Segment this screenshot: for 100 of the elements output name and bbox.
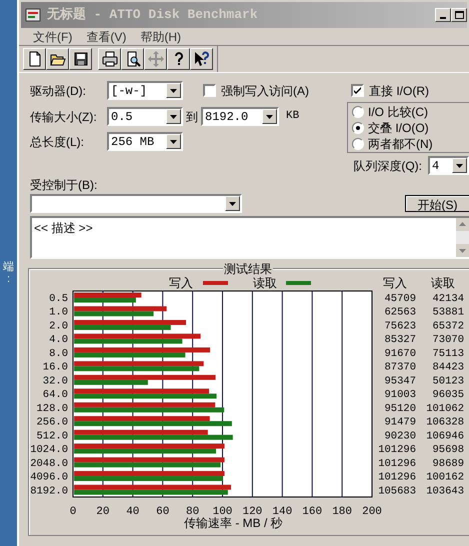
tick-label: 0 bbox=[70, 506, 76, 518]
tick-label: 20 bbox=[96, 506, 110, 518]
row-label: 256.0 bbox=[36, 416, 68, 429]
row-label: 2.0 bbox=[49, 320, 68, 332]
field-label: 强制写入访问(A) bbox=[221, 82, 309, 100]
read-value: 103643 bbox=[426, 485, 464, 498]
transfer-size-from-dropdown[interactable]: 0.5 bbox=[107, 107, 183, 126]
field-label: 两者都不(N) bbox=[368, 136, 433, 152]
desktop-label: 端: bbox=[3, 260, 14, 286]
read-value: 95698 bbox=[432, 444, 464, 456]
axis-title: 传输速率 - MB / 秒 bbox=[184, 516, 283, 530]
row-label: 8.0 bbox=[49, 348, 68, 360]
save-button[interactable] bbox=[69, 48, 92, 70]
print-icon bbox=[102, 51, 118, 67]
field-label: 传输大小(Z): bbox=[30, 108, 98, 126]
print-button[interactable] bbox=[98, 48, 121, 70]
dropdown-arrow-icon bbox=[229, 202, 236, 206]
write-value: 91479 bbox=[384, 416, 416, 429]
drive-dropdown[interactable]: [-w-] bbox=[107, 81, 183, 100]
read-value: 53881 bbox=[432, 306, 464, 319]
open-folder-button[interactable] bbox=[46, 48, 69, 70]
read-value: 106328 bbox=[426, 416, 464, 429]
menu-item[interactable]: 文件(F) bbox=[33, 28, 72, 46]
write-value: 90230 bbox=[384, 430, 416, 442]
write-value: 91003 bbox=[384, 389, 416, 402]
dropdown-arrow-icon bbox=[170, 88, 177, 92]
dropdown-arrow-icon bbox=[170, 140, 177, 144]
row-label: 128.0 bbox=[36, 402, 68, 415]
write-value: 95120 bbox=[384, 402, 416, 415]
read-value: 65372 bbox=[432, 320, 464, 332]
scroll-up-icon bbox=[456, 218, 469, 231]
tick-label: 180 bbox=[332, 506, 352, 518]
write-value: 101296 bbox=[378, 444, 416, 456]
read-value: 73070 bbox=[432, 334, 464, 346]
dropdown-arrow-icon bbox=[266, 114, 273, 118]
write-value: 45709 bbox=[384, 293, 416, 305]
row-label: 4.0 bbox=[49, 334, 68, 346]
tick-label: 140 bbox=[272, 506, 292, 518]
print-preview-icon bbox=[124, 51, 140, 67]
read-value: 50123 bbox=[432, 375, 464, 388]
field-label: 到 bbox=[186, 108, 198, 126]
tick-label: 120 bbox=[242, 506, 262, 518]
new-document-button[interactable] bbox=[23, 48, 46, 70]
write-value: 101296 bbox=[378, 458, 416, 470]
move-arrows-button[interactable] bbox=[144, 48, 167, 70]
maximize-button[interactable] bbox=[451, 8, 467, 22]
row-label: 8192.0 bbox=[30, 485, 68, 498]
dropdown-arrow-icon bbox=[170, 114, 177, 118]
read-value: 106946 bbox=[426, 430, 464, 442]
new-document-icon bbox=[26, 51, 42, 67]
print-preview-button[interactable] bbox=[121, 48, 144, 70]
row-label: 16.0 bbox=[42, 362, 68, 374]
field-label: 直接 I/O(R) bbox=[369, 82, 429, 100]
tick-label: 160 bbox=[302, 506, 322, 518]
scrollbar[interactable] bbox=[456, 218, 469, 257]
row-label: 2048.0 bbox=[30, 458, 68, 470]
move-arrows-icon bbox=[148, 51, 164, 67]
checkmark-icon bbox=[354, 87, 361, 94]
read-value: 100162 bbox=[426, 472, 464, 484]
minimize-button[interactable] bbox=[435, 8, 451, 22]
row-label: 32.0 bbox=[42, 375, 68, 388]
row-label: 0.5 bbox=[49, 293, 68, 305]
menu-item[interactable]: 查看(V) bbox=[86, 28, 126, 46]
read-value: 42134 bbox=[432, 293, 464, 305]
write-value: 101296 bbox=[378, 472, 416, 484]
legend-label: 读取 bbox=[253, 276, 277, 290]
tick-label: 40 bbox=[126, 506, 140, 518]
field-label: KB bbox=[286, 109, 300, 124]
tick-label: 100 bbox=[212, 506, 232, 518]
total-length-dropdown[interactable]: 256 MB bbox=[107, 132, 183, 151]
checkbox[interactable] bbox=[203, 84, 216, 97]
tick-label: 60 bbox=[156, 506, 170, 518]
column-header: 写入 bbox=[383, 276, 407, 290]
menu-item[interactable]: 帮助(H) bbox=[140, 28, 181, 46]
tick-label: 80 bbox=[186, 506, 200, 518]
checkbox[interactable] bbox=[351, 84, 364, 97]
description-box[interactable]: << 描述 >> bbox=[30, 216, 469, 259]
start-button[interactable]: 开始(S) bbox=[405, 195, 469, 212]
queue-depth-dropdown[interactable]: 4 bbox=[428, 156, 469, 175]
read-value: 98689 bbox=[432, 458, 464, 470]
dropdown-arrow-icon bbox=[456, 164, 463, 168]
write-value: 95347 bbox=[384, 375, 416, 388]
read-value: 101062 bbox=[426, 402, 464, 415]
read-value: 84423 bbox=[432, 362, 464, 374]
window-title: 无标题 - ATTO Disk Benchmark bbox=[47, 6, 258, 24]
write-value: 87370 bbox=[384, 362, 416, 374]
help-button[interactable] bbox=[167, 48, 190, 70]
row-label: 1024.0 bbox=[30, 444, 68, 456]
controlled-by-dropdown[interactable] bbox=[30, 194, 242, 213]
save-icon bbox=[72, 51, 88, 67]
radio-button[interactable] bbox=[352, 106, 364, 118]
context-help-button[interactable] bbox=[190, 48, 213, 70]
transfer-size-to-dropdown[interactable]: 8192.0 bbox=[201, 107, 279, 126]
write-value: 91670 bbox=[384, 348, 416, 360]
radio-button[interactable] bbox=[352, 122, 364, 134]
field-label: 总长度(L): bbox=[30, 134, 85, 150]
app-icon bbox=[25, 7, 41, 23]
legend-label: 写入 bbox=[169, 276, 193, 290]
radio-button[interactable] bbox=[352, 138, 364, 150]
field-label: 交叠 I/O(O) bbox=[368, 120, 429, 136]
